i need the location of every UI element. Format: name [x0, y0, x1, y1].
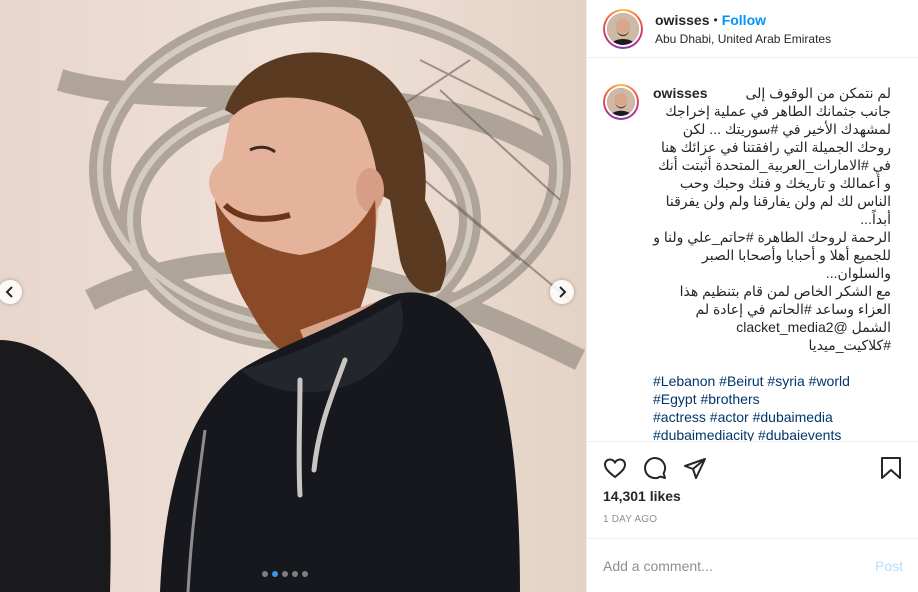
action-bar	[587, 450, 918, 486]
caption-username[interactable]: owisses	[653, 84, 707, 102]
follow-button[interactable]: Follow	[722, 12, 766, 28]
save-button[interactable]	[877, 454, 905, 482]
post-username[interactable]: owisses	[655, 12, 709, 28]
post-media[interactable]	[0, 0, 586, 592]
bookmark-icon	[881, 457, 901, 479]
carousel-next-button[interactable]	[550, 280, 574, 304]
caption-avatar-image	[607, 88, 635, 116]
carousel-indicator	[262, 571, 308, 577]
carousel-dot	[292, 571, 298, 577]
post-side-panel: owisses • Follow Abu Dhabi, United Arab …	[586, 0, 918, 592]
heart-icon	[603, 458, 627, 479]
post-location[interactable]: Abu Dhabi, United Arab Emirates	[655, 32, 831, 46]
post-header: owisses • Follow Abu Dhabi, United Arab …	[587, 0, 918, 58]
paper-plane-icon	[684, 458, 706, 479]
carousel-dot	[302, 571, 308, 577]
carousel-dot	[262, 571, 268, 577]
caption-scroll-area[interactable]: owisses لم نتمكن من الوقوف إلى جانب جثما…	[587, 70, 918, 442]
avatar[interactable]	[603, 8, 643, 49]
caption-avatar[interactable]	[603, 84, 639, 120]
comment-button[interactable]	[641, 454, 669, 482]
like-button[interactable]	[601, 454, 629, 482]
share-button[interactable]	[681, 454, 709, 482]
caption: owisses لم نتمكن من الوقوف إلى جانب جثما…	[587, 70, 918, 441]
comment-input[interactable]	[603, 557, 875, 574]
post-date[interactable]: 1 DAY AGO	[603, 514, 657, 525]
avatar-image	[607, 12, 639, 45]
likes-count[interactable]: 14,301 likes	[603, 488, 681, 504]
instagram-post: owisses • Follow Abu Dhabi, United Arab …	[0, 0, 918, 592]
caption-hashtags[interactable]: #Lebanon #Beirut #syria #world #Egypt #b…	[653, 372, 891, 441]
chevron-left-icon	[5, 286, 13, 298]
caption-text: لم نتمكن من الوقوف إلى جانب جثمانك الطاه…	[653, 85, 891, 353]
separator-dot: •	[713, 12, 718, 27]
comment-bubble-icon	[644, 457, 667, 480]
carousel-dot	[282, 571, 288, 577]
post-photo	[0, 0, 586, 592]
post-comment-button[interactable]: Post	[875, 558, 903, 574]
chevron-right-icon	[559, 286, 567, 298]
carousel-dot-active	[272, 571, 278, 577]
comment-form: Post	[587, 538, 918, 592]
